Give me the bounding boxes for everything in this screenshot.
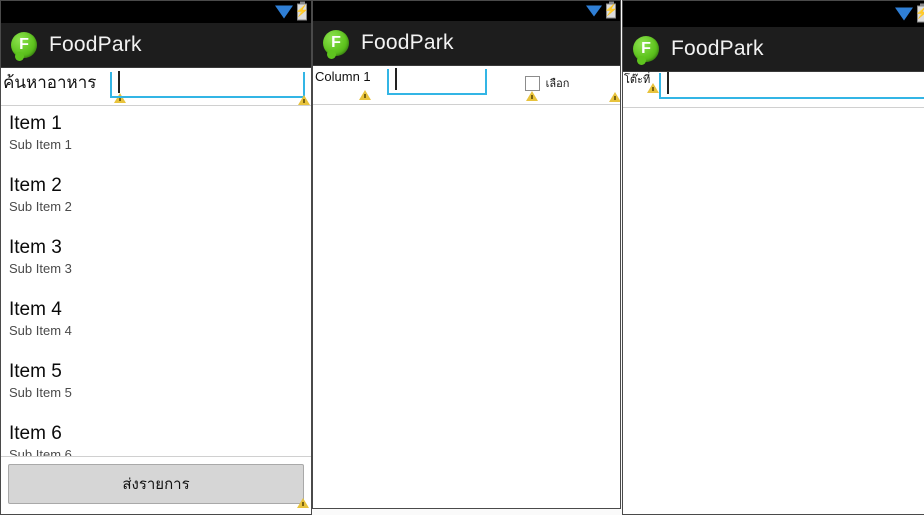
column-label: Column 1 [315,69,371,84]
status-bar: ⚡ [623,1,924,27]
list-item-title: Item 4 [9,299,62,320]
list-item-title: Item 6 [9,423,62,444]
list-item[interactable]: Item 1 Sub Item 1 [1,112,311,174]
column-row: Column 1 เลือก [313,66,620,102]
warning-icon [609,92,620,102]
table-number-row: โต๊ะที่ [623,72,924,99]
panel-content: Column 1 เลือก [313,66,620,508]
download-triangle-icon [895,7,913,21]
list-item-subtitle: Sub Item 6 [9,447,72,456]
warning-icon [359,90,371,100]
list-item[interactable]: Item 2 Sub Item 2 [1,174,311,236]
search-food-label: ค้นหาอาหาร [3,73,97,92]
list-item-subtitle: Sub Item 5 [9,385,72,400]
logo-letter: F [331,34,341,51]
device-preview-table-number[interactable]: ⚡ F FoodPark โต๊ะที่ [622,0,924,515]
submit-order-button[interactable]: ส่งรายการ [8,464,304,504]
list-item-subtitle: Sub Item 2 [9,199,72,214]
layout-preview-canvas: ⚡ F FoodPark ค้นหาอาหาร Item 1 Sub Item … [0,0,924,515]
list-item[interactable]: Item 5 Sub Item 5 [1,360,311,422]
download-triangle-icon [275,5,293,19]
select-checkbox-label: เลือก [545,78,570,90]
select-checkbox-group[interactable]: เลือก [524,74,570,92]
list-item-title: Item 3 [9,237,62,258]
warning-icon [526,91,538,101]
search-food-input[interactable] [110,71,305,98]
content-divider [313,104,620,105]
status-bar: ⚡ [1,1,311,23]
device-preview-column[interactable]: ⚡ F FoodPark Column 1 เลือก [312,0,621,509]
search-food-row: ค้นหาอาหาร [1,68,311,105]
logo-letter: F [641,40,651,57]
list-item-subtitle: Sub Item 4 [9,323,72,338]
action-bar: F FoodPark [313,21,620,66]
status-bar-icons: ⚡ [895,3,924,23]
battery-bolt-glyph: ⚡ [295,5,309,18]
battery-bolt-glyph: ⚡ [915,8,924,20]
download-triangle-icon [586,5,602,17]
battery-bolt-glyph: ⚡ [604,4,618,17]
select-checkbox[interactable] [524,75,540,91]
foodpark-logo-icon: F [11,32,37,61]
panel-content: ค้นหาอาหาร Item 1 Sub Item 1 Item 2 Sub … [1,68,311,514]
foodpark-logo-icon: F [633,36,659,65]
content-divider [623,107,924,108]
table-number-input[interactable] [659,72,924,99]
list-item-subtitle: Sub Item 3 [9,261,72,276]
app-title: FoodPark [361,31,454,54]
foodpark-logo-icon: F [323,30,349,59]
list-item[interactable]: Item 6 Sub Item 6 [1,422,311,456]
list-item-title: Item 1 [9,113,62,134]
column-input[interactable] [386,68,487,95]
status-bar: ⚡ [313,1,620,21]
logo-letter: F [19,36,29,53]
battery-charging-icon: ⚡ [604,1,618,19]
status-bar-icons: ⚡ [275,1,309,21]
list-item-title: Item 2 [9,175,62,196]
list-item[interactable]: Item 4 Sub Item 4 [1,298,311,360]
submit-order-label: ส่งรายการ [122,476,190,493]
action-bar: F FoodPark [623,27,924,72]
food-item-list[interactable]: Item 1 Sub Item 1 Item 2 Sub Item 2 Item… [1,106,311,456]
warning-icon [298,95,310,105]
text-caret [394,68,397,90]
list-item-subtitle: Sub Item 1 [9,137,72,152]
app-title: FoodPark [49,33,142,56]
battery-charging-icon: ⚡ [295,1,309,21]
app-title: FoodPark [671,37,764,60]
warning-icon [297,498,309,508]
text-caret [118,71,121,93]
panel-content: โต๊ะที่ [623,72,924,514]
text-caret [667,72,670,94]
device-preview-search-food[interactable]: ⚡ F FoodPark ค้นหาอาหาร Item 1 Sub Item … [0,0,312,515]
list-item[interactable]: Item 3 Sub Item 3 [1,236,311,298]
status-bar-icons: ⚡ [586,1,618,19]
warning-icon [647,83,659,93]
battery-charging-icon: ⚡ [915,3,924,23]
action-bar: F FoodPark [1,23,311,68]
list-item-title: Item 5 [9,361,62,382]
